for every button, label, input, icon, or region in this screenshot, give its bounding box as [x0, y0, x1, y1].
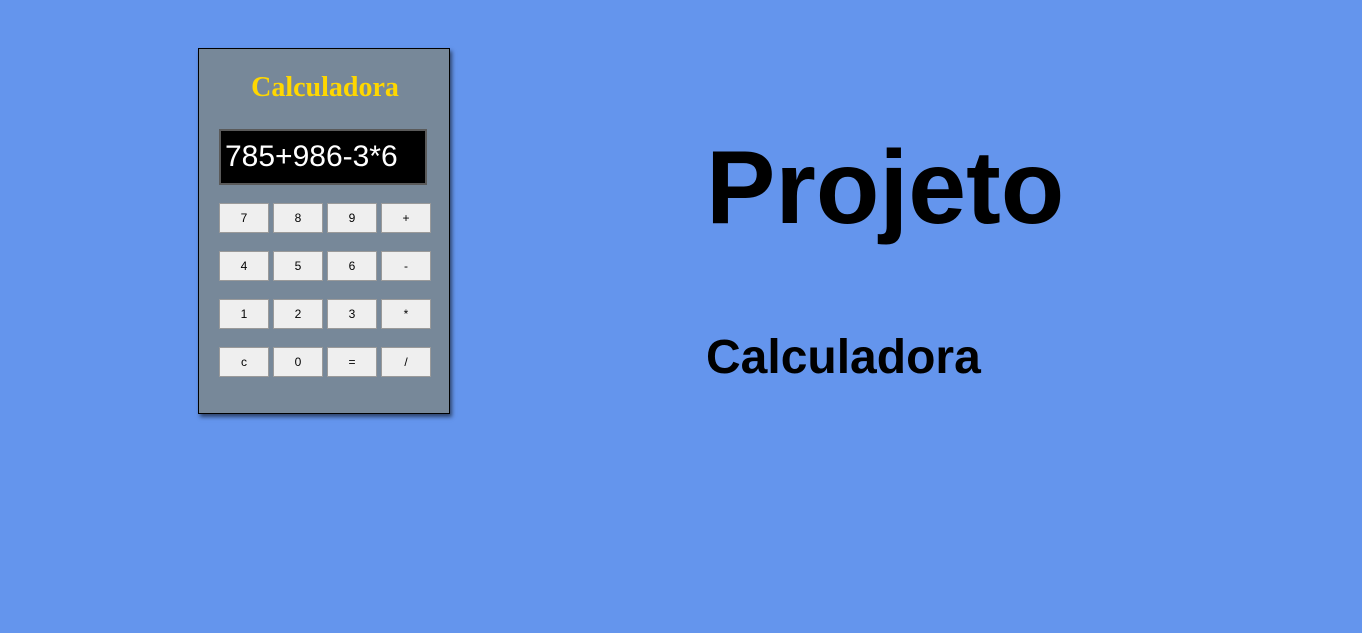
calculator-keypad: 7 8 9 + 4 5 6 - 1 2 3 * c 0 = /	[219, 203, 439, 395]
key-equals-button[interactable]: =	[327, 347, 377, 377]
key-multiply-button[interactable]: *	[381, 299, 431, 329]
key-8-button[interactable]: 8	[273, 203, 323, 233]
key-1-button[interactable]: 1	[219, 299, 269, 329]
key-7-button[interactable]: 7	[219, 203, 269, 233]
key-0-button[interactable]: 0	[273, 347, 323, 377]
key-plus-button[interactable]: +	[381, 203, 431, 233]
key-4-button[interactable]: 4	[219, 251, 269, 281]
page: { "colors": { "background": "#6495ED", "…	[0, 0, 1362, 633]
key-6-button[interactable]: 6	[327, 251, 377, 281]
keypad-row: 7 8 9 +	[219, 203, 439, 233]
keypad-row: 4 5 6 -	[219, 251, 439, 281]
keypad-row: 1 2 3 *	[219, 299, 439, 329]
calculator-display[interactable]: 785+986-3*6	[219, 129, 427, 185]
key-minus-button[interactable]: -	[381, 251, 431, 281]
key-9-button[interactable]: 9	[327, 203, 377, 233]
page-title: Projeto	[706, 130, 1065, 246]
keypad-row: c 0 = /	[219, 347, 439, 377]
key-divide-button[interactable]: /	[381, 347, 431, 377]
key-5-button[interactable]: 5	[273, 251, 323, 281]
key-clear-button[interactable]: c	[219, 347, 269, 377]
key-3-button[interactable]: 3	[327, 299, 377, 329]
calculator-panel: Calculadora 785+986-3*6 7 8 9 + 4 5 6 - …	[198, 48, 450, 414]
key-2-button[interactable]: 2	[273, 299, 323, 329]
page-subtitle: Calculadora	[706, 331, 981, 384]
calculator-title: Calculadora	[251, 72, 399, 103]
